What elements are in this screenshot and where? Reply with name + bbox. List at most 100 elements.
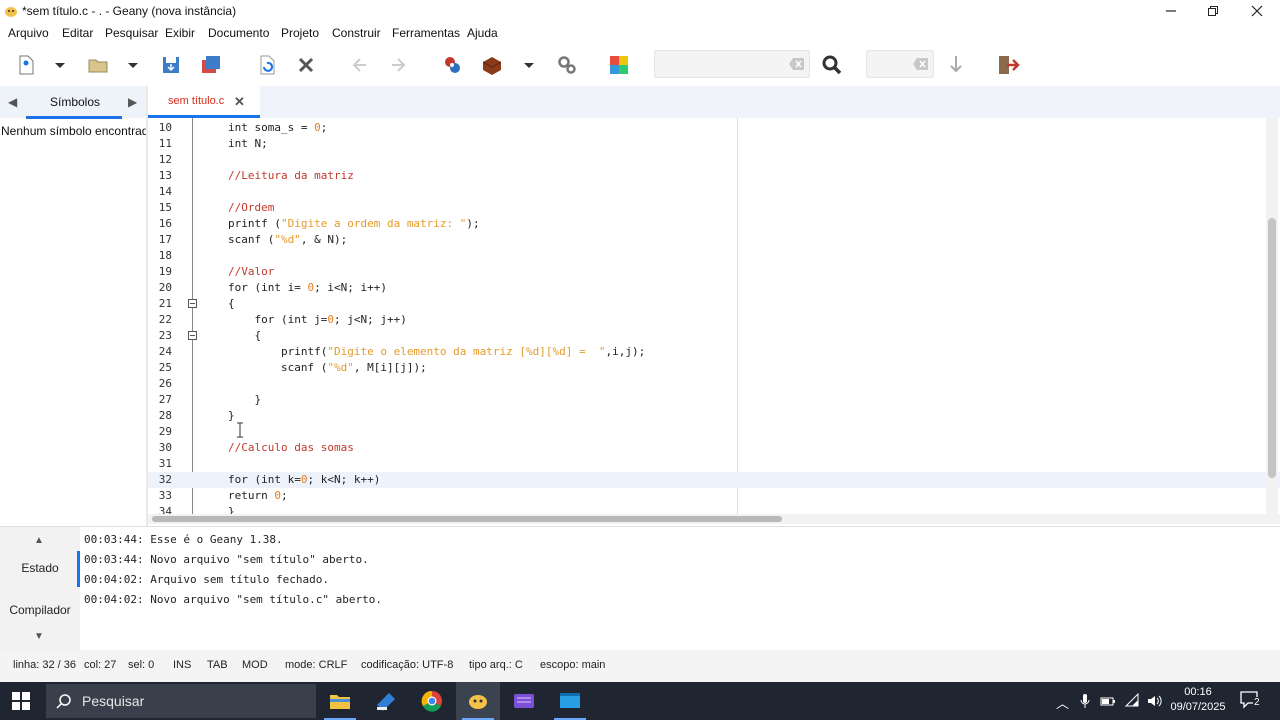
code-line[interactable]: 29 [148,424,1280,440]
goto-line-button[interactable] [944,53,968,77]
code-line[interactable]: 13 //Leitura da matriz [148,168,1280,184]
menu-exibir[interactable]: Exibir [165,26,195,40]
vertical-scroll-thumb[interactable] [1268,218,1276,478]
code-text: scanf ("%d", & N); [228,233,348,246]
code-line[interactable]: 27 } [148,392,1280,408]
code-line[interactable]: 17 scanf ("%d", & N); [148,232,1280,248]
microphone-icon[interactable] [1080,693,1090,709]
line-number: 19 [158,265,172,278]
horizontal-scroll-thumb[interactable] [152,516,782,522]
navigate-back-button[interactable] [346,53,370,77]
menu-construir[interactable]: Construir [332,26,381,40]
editor-vertical-scrollbar[interactable] [1266,118,1278,514]
tab-sem-titulo-c[interactable]: sem título.c ✕ [148,86,260,118]
code-line[interactable]: 25 scanf ("%d", M[i][j]); [148,360,1280,376]
code-line[interactable]: 24 printf("Digite o elemento da matriz [… [148,344,1280,360]
editor-horizontal-scrollbar[interactable] [148,514,1280,524]
execute-button[interactable] [555,53,579,77]
battery-icon[interactable] [1100,693,1116,709]
close-button[interactable] [1236,0,1278,22]
close-file-button[interactable] [294,53,318,77]
line-number: 20 [158,281,172,294]
taskbar-geany[interactable] [456,682,500,720]
taskbar-app-5[interactable] [502,682,546,720]
new-file-button[interactable] [14,53,38,77]
navigate-forward-button[interactable] [388,53,412,77]
code-line[interactable]: 32 for (int k=0; k<N; k++) [148,472,1280,488]
speaker-icon[interactable] [1146,693,1162,709]
system-clock[interactable]: 00:16 09/07/2025 [1166,685,1230,715]
sidebar-next-tab-icon[interactable]: ▶ [128,95,137,109]
wifi-icon[interactable] [1124,693,1140,709]
compile-button[interactable] [440,53,464,77]
tab-compilador[interactable]: Compilador [0,603,80,617]
code-line[interactable]: 18 [148,248,1280,264]
code-line[interactable]: 26 [148,376,1280,392]
taskbar-chrome[interactable] [410,682,454,720]
code-line[interactable]: 31 [148,456,1280,472]
goto-line-input[interactable] [866,50,934,78]
taskbar-app-2[interactable] [364,682,408,720]
fold-toggle-icon[interactable] [188,331,197,340]
new-file-dropdown[interactable] [48,53,72,77]
code-text: //Calculo das somas [228,441,354,454]
toolbar [0,44,1280,86]
code-line[interactable]: 30 //Calculo das somas [148,440,1280,456]
clear-search-icon[interactable] [789,57,805,71]
color-chooser-button[interactable] [607,53,631,77]
clear-goto-icon[interactable] [913,57,929,71]
code-line[interactable]: 23 { [148,328,1280,344]
fold-toggle-icon[interactable] [188,299,197,308]
build-dropdown[interactable] [517,53,541,77]
code-text: int soma_s = 0; [228,121,328,134]
tab-estado[interactable]: Estado [0,561,80,575]
quit-button[interactable] [996,53,1020,77]
save-all-button[interactable] [199,53,223,77]
line-number: 10 [158,121,172,134]
code-line[interactable]: 20 for (int i= 0; i<N; i++) [148,280,1280,296]
menu-ajuda[interactable]: Ajuda [467,26,498,40]
code-line[interactable]: 10 int soma_s = 0; [148,120,1280,136]
menu-documento[interactable]: Documento [208,26,269,40]
menu-arquivo[interactable]: Arquivo [8,26,49,40]
tray-overflow-chevron-icon[interactable]: ︿ [1056,693,1069,712]
tab-symbols[interactable]: Símbolos [50,95,100,109]
code-line[interactable]: 21 { [148,296,1280,312]
menu-projeto[interactable]: Projeto [281,26,319,40]
gears-icon [558,56,576,74]
sidebar-prev-tab-icon[interactable]: ◀ [8,95,17,109]
window-title: *sem título.c - . - Geany (nova instânci… [22,4,237,18]
save-button[interactable] [159,53,183,77]
taskbar-app-6[interactable] [548,682,592,720]
code-editor[interactable]: 10 int soma_s = 0; 11 int N; 12 13 //Leitura d… [148,118,1280,514]
app-icon [377,693,395,711]
windows-start-icon[interactable] [12,692,30,710]
code-line[interactable]: 33 return 0; [148,488,1280,504]
build-button[interactable] [480,53,504,77]
code-line[interactable]: 12 [148,152,1280,168]
menu-ferramentas[interactable]: Ferramentas [392,26,460,40]
taskbar-file-explorer[interactable] [318,682,362,720]
open-file-dropdown[interactable] [121,53,145,77]
code-line[interactable]: 22 for (int j=0; j<N; j++) [148,312,1280,328]
restore-button[interactable] [1192,0,1234,22]
code-line[interactable]: 28} [148,408,1280,424]
code-line[interactable]: 34} [148,504,1280,514]
menu-editar[interactable]: Editar [62,26,93,40]
code-line[interactable]: 14 [148,184,1280,200]
code-line[interactable]: 19 //Valor [148,264,1280,280]
notification-button[interactable]: 2 [1240,691,1261,709]
reload-button[interactable] [255,53,279,77]
search-input[interactable] [654,50,810,78]
code-line[interactable]: 11 int N; [148,136,1280,152]
panel-down-arrow-icon[interactable]: ▼ [34,631,44,642]
close-tab-icon[interactable]: ✕ [234,94,245,110]
minimize-button[interactable] [1150,0,1192,22]
find-button[interactable] [820,53,844,77]
code-line[interactable]: 15 //Ordem [148,200,1280,216]
code-line[interactable]: 16 printf ("Digite a ordem da matriz: "); [148,216,1280,232]
open-file-button[interactable] [86,53,110,77]
menu-pesquisar[interactable]: Pesquisar [105,26,158,40]
taskbar-search[interactable]: Pesquisar [46,684,316,718]
panel-up-arrow-icon[interactable]: ▲ [34,535,44,546]
